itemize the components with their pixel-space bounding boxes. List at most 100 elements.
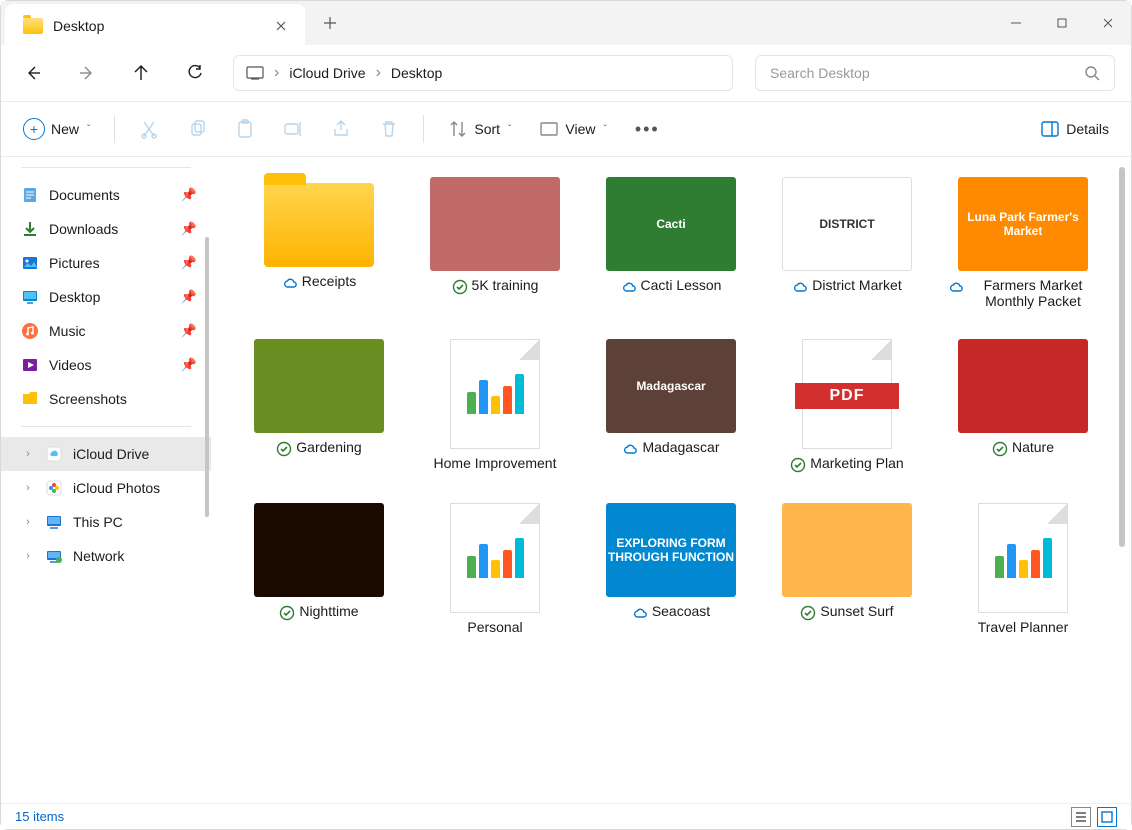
tab-desktop[interactable]: Desktop	[5, 4, 305, 48]
file-item[interactable]: Nighttime	[241, 503, 397, 635]
file-item[interactable]: Luna Park Farmer's Market Farmers Market…	[945, 177, 1101, 309]
chevron-right-icon[interactable]: ›	[21, 482, 35, 494]
item-count: 15 items	[15, 809, 64, 824]
sidebar-item-label: iCloud Photos	[73, 480, 160, 496]
file-name: Farmers Market Monthly Packet	[968, 277, 1098, 309]
synced-status-icon	[276, 441, 292, 457]
file-item[interactable]: Cacti Cacti Lesson	[593, 177, 749, 309]
back-button[interactable]	[17, 57, 49, 89]
search-box[interactable]	[755, 55, 1115, 91]
folder-icon	[23, 18, 43, 34]
sidebar-item-downloads[interactable]: Downloads 📌	[1, 212, 211, 246]
sidebar-item-label: Downloads	[49, 221, 118, 237]
synced-status-icon	[452, 279, 468, 295]
sidebar-item-this-pc[interactable]: › This PC	[1, 505, 211, 539]
icon-view-button[interactable]	[1097, 807, 1117, 827]
list-view-button[interactable]	[1071, 807, 1091, 827]
file-item[interactable]: Nature	[945, 339, 1101, 473]
chevron-right-icon[interactable]: ›	[21, 448, 35, 460]
network-icon	[45, 547, 63, 565]
file-name: Home Improvement	[434, 455, 557, 471]
desktop-icon	[21, 288, 39, 306]
new-button[interactable]: + New ˇ	[13, 112, 100, 146]
pin-icon: 📌	[181, 255, 197, 271]
file-item[interactable]: Gardening	[241, 339, 397, 473]
sidebar-item-desktop[interactable]: Desktop 📌	[1, 280, 211, 314]
details-button[interactable]: Details	[1030, 113, 1119, 145]
chevron-down-icon: ˇ	[87, 124, 90, 135]
search-input[interactable]	[770, 65, 1084, 81]
synced-status-icon	[279, 605, 295, 621]
forward-button[interactable]	[71, 57, 103, 89]
view-button[interactable]: View ˇ	[529, 113, 616, 145]
location-icon	[246, 66, 264, 80]
file-item[interactable]: EXPLORING FORM THROUGH FUNCTION Seacoast	[593, 503, 749, 635]
search-icon	[1084, 65, 1100, 81]
file-name: Marketing Plan	[810, 455, 903, 471]
icloud-icon	[45, 445, 63, 463]
sidebar-item-icloud-photos[interactable]: › iCloud Photos	[1, 471, 211, 505]
file-item[interactable]: Sunset Surf	[769, 503, 925, 635]
close-tab-icon[interactable]	[271, 16, 291, 36]
sidebar-item-music[interactable]: Music 📌	[1, 314, 211, 348]
file-item[interactable]: Receipts	[241, 177, 397, 309]
document-thumbnail	[450, 503, 540, 613]
file-item[interactable]: Personal	[417, 503, 573, 635]
sidebar-item-label: Music	[49, 323, 86, 339]
music-icon	[21, 322, 39, 340]
chevron-down-icon: ˇ	[508, 124, 511, 135]
up-button[interactable]	[125, 57, 157, 89]
maximize-button[interactable]	[1039, 7, 1085, 39]
cloud-status-icon	[622, 441, 638, 457]
file-item[interactable]: PDF Marketing Plan	[769, 339, 925, 473]
details-pane-icon	[1040, 119, 1060, 139]
copy-button[interactable]	[177, 113, 217, 145]
pdf-thumbnail: PDF	[802, 339, 892, 449]
file-item[interactable]: DISTRICT District Market	[769, 177, 925, 309]
breadcrumb-icloud-drive[interactable]: iCloud Drive	[289, 65, 365, 81]
image-thumbnail: Cacti	[606, 177, 736, 271]
iphotos-icon	[45, 479, 63, 497]
sort-button[interactable]: Sort ˇ	[438, 113, 521, 145]
sidebar-item-icloud-drive[interactable]: › iCloud Drive	[1, 437, 211, 471]
chevron-down-icon: ˇ	[603, 124, 606, 135]
paste-button[interactable]	[225, 113, 265, 145]
file-item[interactable]: Travel Planner	[945, 503, 1101, 635]
sidebar-item-label: This PC	[73, 514, 123, 530]
breadcrumb[interactable]: › iCloud Drive › Desktop	[233, 55, 733, 91]
sidebar-item-pictures[interactable]: Pictures 📌	[1, 246, 211, 280]
pin-icon: 📌	[181, 357, 197, 373]
documents-icon	[21, 186, 39, 204]
synced-status-icon	[790, 457, 806, 473]
pin-icon: 📌	[181, 289, 197, 305]
sidebar-item-network[interactable]: › Network	[1, 539, 211, 573]
close-window-button[interactable]	[1085, 7, 1131, 39]
breadcrumb-desktop[interactable]: Desktop	[391, 65, 442, 81]
document-thumbnail	[450, 339, 540, 449]
cut-button[interactable]	[129, 113, 169, 145]
cloud-status-icon	[632, 605, 648, 621]
image-thumbnail: DISTRICT	[782, 177, 912, 271]
delete-button[interactable]	[369, 113, 409, 145]
chevron-right-icon[interactable]: ›	[21, 550, 35, 562]
rename-button[interactable]	[273, 113, 313, 145]
refresh-button[interactable]	[179, 57, 211, 89]
sidebar-scrollbar[interactable]	[201, 177, 211, 783]
chevron-right-icon[interactable]: ›	[21, 516, 35, 528]
file-item[interactable]: Madagascar Madagascar	[593, 339, 749, 473]
more-button[interactable]: •••	[625, 113, 670, 146]
file-name: Receipts	[302, 273, 356, 289]
image-thumbnail	[254, 339, 384, 433]
sidebar-item-documents[interactable]: Documents 📌	[1, 178, 211, 212]
minimize-button[interactable]	[993, 7, 1039, 39]
content-scrollbar[interactable]	[1115, 167, 1127, 793]
cloud-status-icon	[792, 279, 808, 295]
file-item[interactable]: Home Improvement	[417, 339, 573, 473]
sidebar-item-label: Desktop	[49, 289, 100, 305]
file-item[interactable]: 5K training	[417, 177, 573, 309]
share-button[interactable]	[321, 113, 361, 145]
new-tab-button[interactable]	[305, 16, 355, 30]
sidebar-item-screenshots[interactable]: Screenshots	[1, 382, 211, 416]
sidebar-item-label: Videos	[49, 357, 92, 373]
sidebar-item-videos[interactable]: Videos 📌	[1, 348, 211, 382]
